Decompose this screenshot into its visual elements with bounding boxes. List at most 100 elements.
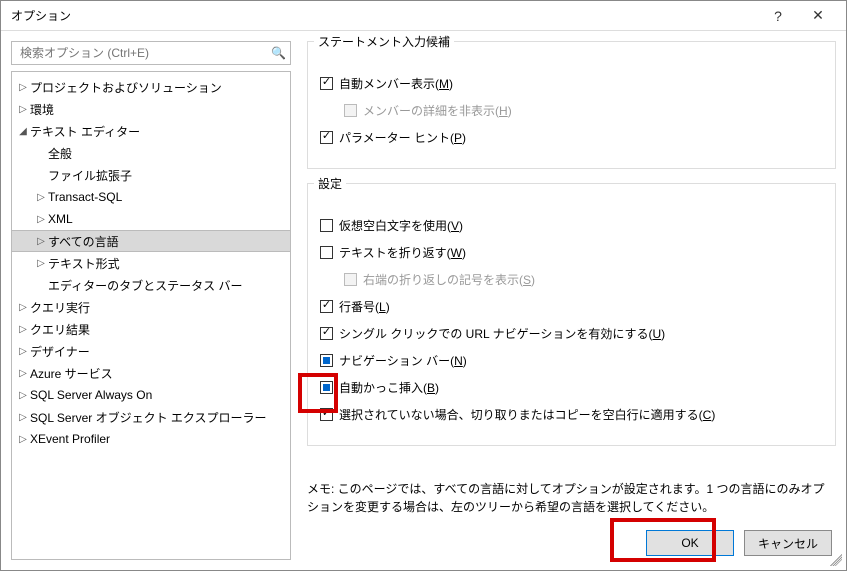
close-button[interactable]: ✕ (798, 2, 838, 30)
tree-item-label: XEvent Profiler (30, 432, 110, 446)
tree-item-label: プロジェクトおよびソリューション (30, 79, 222, 96)
checkbox-hide-member-details: メンバーの詳細を非表示(H) (344, 102, 823, 119)
cancel-button[interactable]: キャンセル (744, 530, 832, 556)
checkbox-label: メンバーの詳細を非表示(H) (363, 102, 512, 119)
tree-item-label: すべての言語 (48, 233, 119, 250)
checkbox-wrap-glyph: 右端の折り返しの記号を表示(S) (344, 271, 823, 288)
checkbox-virtual-whitespace[interactable]: 仮想空白文字を使用(V) (320, 217, 823, 234)
tree-item[interactable]: ▷XML (12, 208, 290, 230)
button-row: OK キャンセル (307, 524, 836, 560)
titlebar: オプション ? ✕ (1, 1, 846, 31)
search-box[interactable]: 🔍 (11, 41, 291, 65)
tree-item[interactable]: ▷全般 (12, 142, 290, 164)
tree-item-label: SQL Server オブジェクト エクスプローラー (30, 409, 267, 426)
tree-item[interactable]: ▷クエリ実行 (12, 296, 290, 318)
tree-item-label: 環境 (30, 101, 54, 118)
ok-button[interactable]: OK (646, 530, 734, 556)
tree-item[interactable]: ▷SQL Server オブジェクト エクスプローラー (12, 406, 290, 428)
tree-item-label: ファイル拡張子 (48, 167, 132, 184)
checkbox-label: 行番号(L) (339, 298, 390, 315)
resize-grip[interactable] (830, 554, 842, 566)
options-tree[interactable]: ▷プロジェクトおよびソリューション▷環境◢テキスト エディター▷全般▷ファイル拡… (11, 71, 291, 560)
tree-arrow-icon[interactable]: ◢ (16, 126, 30, 137)
checkbox-icon (344, 104, 357, 117)
checkbox-label: 自動メンバー表示(M) (339, 75, 453, 92)
checkbox-icon[interactable] (320, 246, 333, 259)
checkbox-icon[interactable] (320, 77, 333, 90)
tree-item[interactable]: ▷すべての言語 (12, 230, 290, 252)
checkbox-icon[interactable] (320, 300, 333, 313)
tree-item-label: デザイナー (30, 343, 90, 360)
checkbox-word-wrap[interactable]: テキストを折り返す(W) (320, 244, 823, 261)
checkbox-label: 選択されていない場合、切り取りまたはコピーを空白行に適用する(C) (339, 406, 715, 423)
checkbox-icon[interactable] (320, 381, 333, 394)
search-input[interactable] (18, 45, 271, 61)
tree-item-label: Transact-SQL (48, 190, 122, 204)
window-title: オプション (11, 7, 758, 24)
checkbox-icon[interactable] (320, 219, 333, 232)
checkbox-url-navigation[interactable]: シングル クリックでの URL ナビゲーションを有効にする(U) (320, 325, 823, 342)
right-column: ステートメント入力候補 自動メンバー表示(M) メンバーの詳細を非表示(H) パ… (307, 41, 836, 560)
tree-item-label: クエリ実行 (30, 299, 90, 316)
tree-arrow-icon[interactable]: ▷ (16, 390, 30, 401)
tree-arrow-icon[interactable]: ▷ (16, 346, 30, 357)
tree-item[interactable]: ▷デザイナー (12, 340, 290, 362)
tree-item-label: クエリ結果 (30, 321, 90, 338)
search-icon[interactable]: 🔍 (271, 46, 286, 60)
tree-arrow-icon[interactable]: ▷ (16, 412, 30, 423)
checkbox-navigation-bar[interactable]: ナビゲーション バー(N) (320, 352, 823, 369)
tree-item[interactable]: ▷エディターのタブとステータス バー (12, 274, 290, 296)
checkbox-icon[interactable] (320, 131, 333, 144)
checkbox-icon[interactable] (320, 354, 333, 367)
tree-item[interactable]: ◢テキスト エディター (12, 120, 290, 142)
tree-arrow-icon[interactable]: ▷ (16, 324, 30, 335)
checkbox-label: 仮想空白文字を使用(V) (339, 217, 463, 234)
group-title: 設定 (314, 175, 346, 192)
tree-arrow-icon[interactable]: ▷ (34, 214, 48, 225)
help-button[interactable]: ? (758, 2, 798, 30)
tree-arrow-icon[interactable]: ▷ (16, 302, 30, 313)
tree-item[interactable]: ▷テキスト形式 (12, 252, 290, 274)
checkbox-label: シングル クリックでの URL ナビゲーションを有効にする(U) (339, 325, 665, 342)
checkbox-icon[interactable] (320, 408, 333, 421)
checkbox-auto-brace[interactable]: 自動かっこ挿入(B) (320, 379, 823, 396)
tree-item[interactable]: ▷Transact-SQL (12, 186, 290, 208)
tree-item-label: テキスト形式 (48, 255, 120, 272)
tree-item[interactable]: ▷環境 (12, 98, 290, 120)
checkbox-parameter-hint[interactable]: パラメーター ヒント(P) (320, 129, 823, 146)
tree-item[interactable]: ▷XEvent Profiler (12, 428, 290, 450)
tree-item-label: テキスト エディター (30, 123, 140, 140)
tree-arrow-icon[interactable]: ▷ (16, 82, 30, 93)
tree-arrow-icon[interactable]: ▷ (34, 192, 48, 203)
tree-arrow-icon[interactable]: ▷ (34, 258, 48, 269)
tree-arrow-icon[interactable]: ▷ (16, 434, 30, 445)
tree-item[interactable]: ▷クエリ結果 (12, 318, 290, 340)
tree-item[interactable]: ▷SQL Server Always On (12, 384, 290, 406)
tree-arrow-icon[interactable]: ▷ (34, 236, 48, 247)
checkbox-icon[interactable] (320, 327, 333, 340)
checkbox-label: パラメーター ヒント(P) (339, 129, 466, 146)
checkbox-auto-member[interactable]: 自動メンバー表示(M) (320, 75, 823, 92)
content: 🔍 ▷プロジェクトおよびソリューション▷環境◢テキスト エディター▷全般▷ファイ… (1, 31, 846, 570)
tree-arrow-icon[interactable]: ▷ (16, 104, 30, 115)
group-title: ステートメント入力候補 (314, 33, 454, 50)
checkbox-label: ナビゲーション バー(N) (339, 352, 467, 369)
left-column: 🔍 ▷プロジェクトおよびソリューション▷環境◢テキスト エディター▷全般▷ファイ… (11, 41, 291, 560)
tree-item[interactable]: ▷ファイル拡張子 (12, 164, 290, 186)
checkbox-cut-copy-blank[interactable]: 選択されていない場合、切り取りまたはコピーを空白行に適用する(C) (320, 406, 823, 423)
tree-item-label: エディターのタブとステータス バー (48, 277, 243, 294)
checkbox-line-numbers[interactable]: 行番号(L) (320, 298, 823, 315)
tree-item-label: Azure サービス (30, 365, 113, 382)
tree-item-label: XML (48, 212, 73, 226)
checkbox-label: 右端の折り返しの記号を表示(S) (363, 271, 535, 288)
tree-item[interactable]: ▷プロジェクトおよびソリューション (12, 76, 290, 98)
checkbox-label: テキストを折り返す(W) (339, 244, 466, 261)
tree-item-label: SQL Server Always On (30, 388, 152, 402)
note-text: メモ: このページでは、すべての言語に対してオプションが設定されます。1 つの言… (307, 480, 836, 516)
checkbox-label: 自動かっこ挿入(B) (339, 379, 439, 396)
tree-item[interactable]: ▷Azure サービス (12, 362, 290, 384)
group-settings: 設定 仮想空白文字を使用(V) テキストを折り返す(W) 右端の折り返しの記号を… (307, 183, 836, 446)
tree-arrow-icon[interactable]: ▷ (16, 368, 30, 379)
group-statement-completion: ステートメント入力候補 自動メンバー表示(M) メンバーの詳細を非表示(H) パ… (307, 41, 836, 169)
tree-item-label: 全般 (48, 145, 72, 162)
